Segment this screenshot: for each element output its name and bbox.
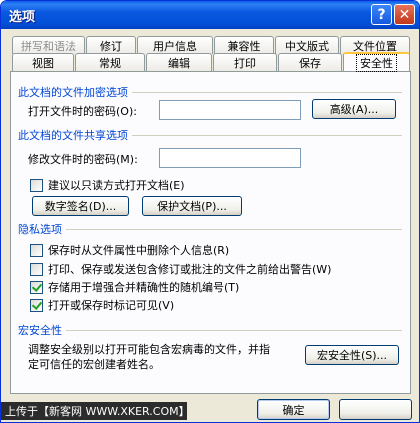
title-bar[interactable]: 选项 ? ✕: [1, 1, 419, 29]
privacy-option-remove-personal-info[interactable]: 保存时从文件属性中删除个人信息(R): [30, 242, 229, 258]
button-label: 宏安全性(S)...: [316, 349, 388, 362]
macro-description-line1: 调整安全级别以打开可能包含宏病毒的文件，并指: [28, 343, 270, 356]
modify-password-field[interactable]: [159, 148, 301, 168]
checkbox-box-checked: [30, 298, 43, 312]
upload-watermark: 上传于【新客网 WWW.XKER.COM】: [1, 402, 190, 420]
tab-label: 安全性: [356, 53, 397, 72]
tab-label: 打印: [234, 56, 256, 70]
checkbox-label: 存储用于增强合并精确性的随机编号(T): [48, 281, 240, 294]
checkbox-label: 打印、保存或发送包含修订或批注的文件之前给出警告(W): [48, 263, 332, 276]
privacy-option-markup-visible[interactable]: 打开或保存时标记可见(V): [30, 297, 174, 313]
section-divider: [66, 329, 402, 331]
button-label: 保护文档(P)...: [157, 200, 227, 213]
dialog-title: 选项: [9, 10, 36, 25]
encryption-section-heading: 此文档的文件加密选项: [18, 84, 402, 100]
checkbox-box: [30, 243, 43, 257]
button-label: 数字签名(D)...: [44, 200, 117, 213]
open-password-label: 打开文件时的密码(O):: [28, 105, 137, 118]
button-label: 高级(A)...: [329, 103, 379, 116]
modify-password-label: 修改文件时的密码(M):: [28, 153, 138, 166]
sharing-section-heading: 此文档的文件共享选项: [18, 127, 402, 143]
help-button[interactable]: ?: [371, 4, 392, 25]
button-label: 确定: [282, 403, 305, 417]
macro-description-line2: 定可信任的宏创建者姓名。: [28, 358, 160, 371]
section-divider: [66, 228, 402, 230]
section-title: 宏安全性: [18, 324, 62, 337]
open-password-field[interactable]: [159, 100, 301, 120]
tab-label: 修订: [100, 39, 122, 53]
cancel-button[interactable]: [339, 399, 412, 420]
tab-asian-typography[interactable]: 中文版式: [275, 36, 339, 54]
tab-save[interactable]: 保存: [278, 53, 342, 71]
readonly-checkbox[interactable]: 建议以只读方式打开文档(E): [30, 177, 185, 193]
tab-label: 拼写和语法: [21, 39, 76, 53]
section-title: 此文档的文件加密选项: [18, 86, 128, 99]
checkbox-label: 打开或保存时标记可见(V): [48, 299, 175, 312]
tab-user-info[interactable]: 用户信息: [137, 36, 213, 54]
checkbox-box-checked: [30, 280, 43, 294]
protect-document-button[interactable]: 保护文档(P)...: [142, 196, 242, 216]
tab-print[interactable]: 打印: [213, 53, 277, 71]
tab-track-changes[interactable]: 修订: [86, 36, 136, 54]
tab-label: 常规: [99, 56, 121, 70]
tab-view[interactable]: 视图: [12, 53, 74, 71]
section-divider: [132, 91, 402, 93]
privacy-option-store-random-number[interactable]: 存储用于增强合并精确性的随机编号(T): [30, 279, 239, 295]
advanced-button[interactable]: 高级(A)...: [312, 99, 396, 119]
close-icon: ✕: [398, 6, 411, 23]
help-icon: ?: [377, 6, 386, 23]
ok-button[interactable]: 确定: [257, 399, 330, 420]
tab-spelling-grammar[interactable]: 拼写和语法: [12, 36, 85, 54]
section-title: 此文档的文件共享选项: [18, 129, 128, 142]
privacy-section-heading: 隐私选项: [18, 221, 402, 237]
digital-signature-button[interactable]: 数字签名(D)...: [32, 196, 129, 216]
tab-label: 保存: [299, 56, 321, 70]
tab-general[interactable]: 常规: [75, 53, 145, 71]
macro-security-button[interactable]: 宏安全性(S)...: [305, 345, 399, 365]
tab-security[interactable]: 安全性: [343, 52, 410, 72]
security-panel: 此文档的文件加密选项 打开文件时的密码(O): 高级(A)... 此文档的文件共…: [10, 71, 411, 394]
section-title: 隐私选项: [18, 223, 62, 236]
checkbox-box: [30, 262, 43, 276]
tab-label: 中文版式: [285, 39, 329, 53]
tab-label: 用户信息: [153, 39, 197, 53]
checkbox-label: 保存时从文件属性中删除个人信息(R): [48, 244, 230, 257]
tab-label: 编辑: [168, 56, 190, 70]
checkbox-label: 建议以只读方式打开文档(E): [48, 179, 185, 192]
tab-label: 视图: [32, 56, 54, 70]
tab-label: 兼容性: [227, 39, 261, 53]
section-divider: [132, 134, 402, 136]
tab-edit[interactable]: 编辑: [146, 53, 212, 71]
privacy-option-warn-before-print[interactable]: 打印、保存或发送包含修订或批注的文件之前给出警告(W): [30, 261, 331, 277]
options-dialog: 选项 ? ✕ 拼写和语法 修订 用户信息 兼容性 中文版式 文件位置 视图 常规…: [0, 0, 420, 423]
macro-section-heading: 宏安全性: [18, 322, 402, 338]
checkbox-box: [30, 178, 43, 192]
close-button[interactable]: ✕: [394, 4, 415, 25]
tab-compatibility[interactable]: 兼容性: [214, 36, 274, 54]
